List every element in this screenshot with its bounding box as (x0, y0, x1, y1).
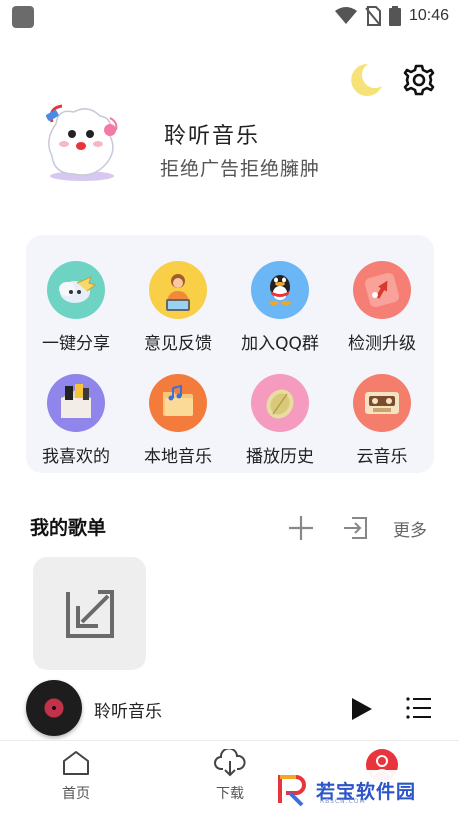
nav-home[interactable]: 首页 (36, 749, 116, 803)
local-music-icon (149, 374, 207, 432)
add-playlist-icon[interactable] (287, 514, 315, 542)
cloud-download-icon (214, 749, 246, 777)
no-sim-icon (365, 6, 381, 26)
import-playlist-card[interactable] (33, 557, 146, 670)
home-icon (63, 751, 89, 775)
status-bar: 10:46 (0, 0, 459, 32)
grid-label: 我喜欢的 (42, 447, 110, 467)
playlist-queue-icon[interactable] (405, 694, 433, 722)
grid-label: 检测升级 (348, 334, 416, 354)
history-icon (251, 374, 309, 432)
grid-label: 意见反馈 (144, 334, 212, 354)
app-name: 聆听音乐 (164, 124, 261, 149)
play-icon[interactable] (347, 695, 375, 723)
grid-item-favorite[interactable]: 我喜欢的 (24, 374, 128, 467)
app-slogan: 拒绝广告拒绝臃肿 (160, 158, 321, 180)
watermark-sub: RBSCN.COM (320, 798, 366, 805)
grid-label: 加入QQ群 (241, 334, 319, 354)
status-icons: 10:46 (334, 4, 449, 28)
cloud-music-icon (353, 374, 411, 432)
qq-icon (251, 261, 309, 319)
grid-item-share[interactable]: 一键分享 (24, 261, 128, 354)
moon-icon[interactable] (344, 60, 384, 100)
watermark: 若宝软件园 RBSCN.COM (276, 770, 444, 810)
grid-label: 播放历史 (246, 447, 314, 467)
wifi-icon (334, 7, 357, 24)
grid-label: 本地音乐 (144, 447, 212, 467)
grid-item-history[interactable]: 播放历史 (228, 374, 332, 467)
nav-download[interactable]: 下载 (190, 749, 270, 803)
watermark-logo-icon (278, 775, 306, 807)
status-time: 10:46 (408, 7, 449, 24)
grid-item-local-music[interactable]: 本地音乐 (126, 374, 230, 467)
nav-label: 首页 (62, 786, 90, 802)
player-title: 聆听音乐 (94, 702, 162, 722)
more-playlists-button[interactable]: 更多 (393, 516, 427, 541)
playlists-title: 我的歌单 (30, 517, 107, 539)
grid-item-upgrade[interactable]: 检测升级 (330, 261, 434, 354)
favorite-icon (47, 374, 105, 432)
grid-item-feedback[interactable]: 意见反馈 (126, 261, 230, 354)
upgrade-icon (353, 261, 411, 319)
import-arrow-icon (65, 589, 114, 638)
gear-icon[interactable] (402, 63, 436, 97)
album-disc[interactable] (26, 680, 82, 736)
grid-label: 一键分享 (42, 334, 110, 354)
share-icon (47, 261, 105, 319)
grid-label: 云音乐 (356, 447, 408, 467)
app-notification-icon (12, 6, 34, 28)
nav-label: 下载 (216, 786, 244, 802)
import-playlist-icon[interactable] (342, 514, 370, 542)
battery-icon (388, 6, 401, 26)
feature-grid: 一键分享 意见反馈 加入QQ群 检测升级 我喜欢的 本地音乐 播放历史 云音乐 (26, 235, 434, 473)
mascot-logo (46, 104, 118, 181)
grid-item-qq[interactable]: 加入QQ群 (228, 261, 332, 354)
grid-item-cloud-music[interactable]: 云音乐 (330, 374, 434, 467)
feedback-icon (149, 261, 207, 319)
